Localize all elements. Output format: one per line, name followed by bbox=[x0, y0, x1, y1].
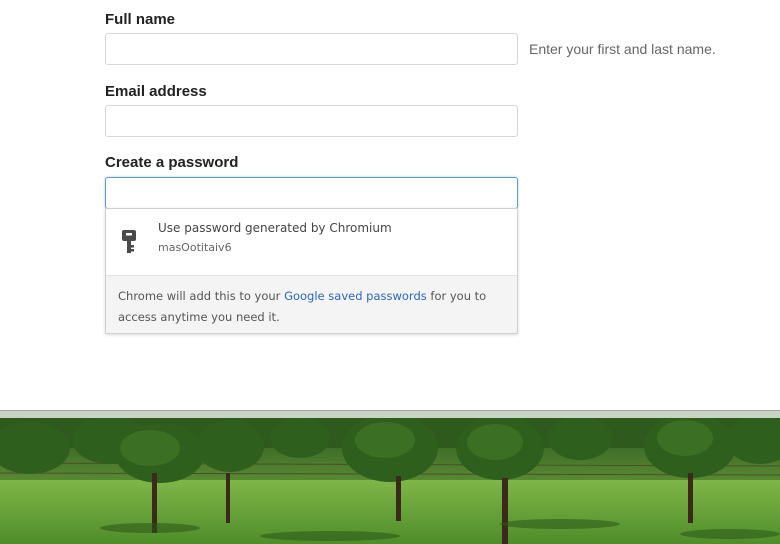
suggestion-title: Use password generated by Chromium bbox=[158, 221, 392, 235]
signup-form: Full name Enter your first and last name… bbox=[0, 0, 780, 410]
key-icon bbox=[122, 230, 136, 253]
footer-text-start: Chrome will add this to your bbox=[118, 289, 285, 303]
email-input[interactable] bbox=[105, 105, 518, 137]
generated-password-suggestion[interactable]: Use password generated by Chromium masOo… bbox=[106, 209, 517, 275]
vineyard-scene-image bbox=[0, 418, 780, 544]
full-name-hint: Enter your first and last name. bbox=[529, 41, 716, 57]
background-landscape-image bbox=[0, 418, 780, 544]
email-label: Email address bbox=[105, 83, 207, 100]
suggestion-footer: Chrome will add this to your Google save… bbox=[106, 275, 517, 333]
google-saved-passwords-link[interactable]: Google saved passwords bbox=[284, 289, 427, 303]
full-name-input[interactable] bbox=[105, 33, 518, 65]
full-name-label: Full name bbox=[105, 11, 176, 28]
password-suggestion-popup: Use password generated by Chromium masOo… bbox=[105, 208, 518, 334]
section-divider bbox=[0, 410, 780, 418]
password-label: Create a password bbox=[105, 154, 239, 171]
password-input[interactable] bbox=[105, 177, 518, 209]
generated-password-value: masOotitaiv6 bbox=[158, 241, 232, 254]
